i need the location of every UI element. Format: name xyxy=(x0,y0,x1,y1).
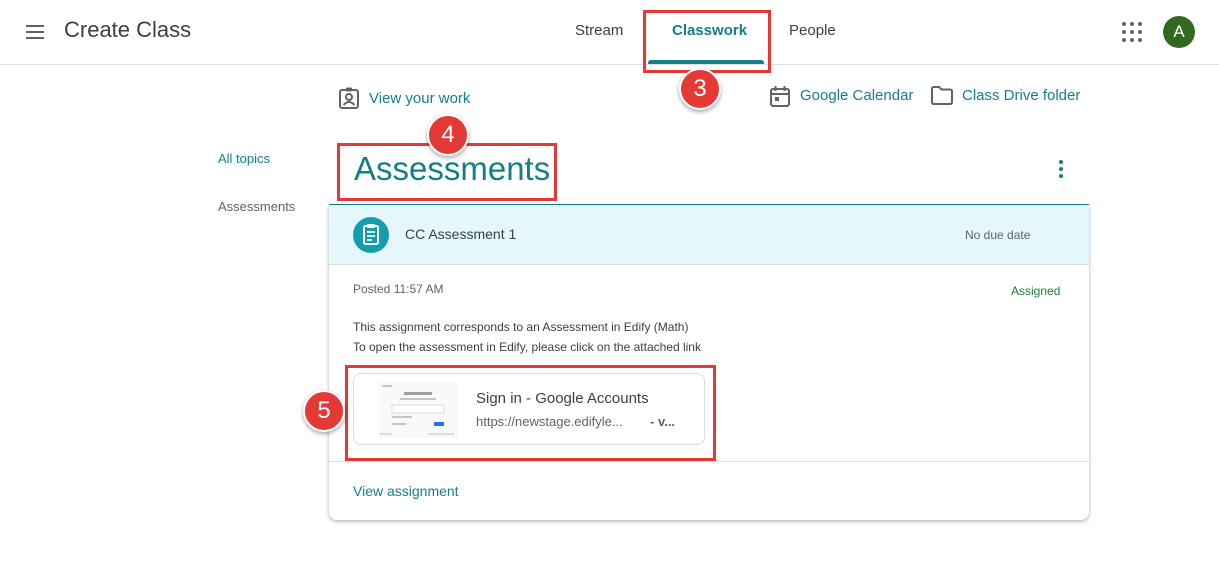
assignment-card: CC Assessment 1 No due date Posted 11:57… xyxy=(329,206,1089,520)
status-badge: Assigned xyxy=(1011,284,1061,298)
card-footer-divider xyxy=(329,461,1089,462)
assignment-ind-icon xyxy=(339,87,359,109)
main-menu-icon[interactable] xyxy=(18,16,50,48)
class-title[interactable]: Create Class xyxy=(64,17,191,43)
classwork-tab-highlight xyxy=(643,10,771,73)
view-your-work-link[interactable]: View your work xyxy=(369,90,470,107)
description-line-2: To open the assessment in Edify, please … xyxy=(353,340,701,354)
folder-icon xyxy=(931,86,953,105)
top-app-bar: Create Class Stream Classwork People A xyxy=(0,0,1219,65)
description-line-1: This assignment corresponds to an Assess… xyxy=(353,320,689,334)
assignment-icon xyxy=(353,217,389,253)
google-calendar-link[interactable]: Google Calendar xyxy=(800,87,913,104)
attachment-highlight xyxy=(345,365,716,461)
calendar-icon xyxy=(770,85,790,107)
assignment-title: CC Assessment 1 xyxy=(405,226,517,242)
posted-time: Posted 11:57 AM xyxy=(353,282,444,296)
topic-divider xyxy=(329,204,1089,205)
google-apps-icon[interactable] xyxy=(1121,21,1143,43)
view-assignment-link[interactable]: View assignment xyxy=(353,483,459,499)
avatar[interactable]: A xyxy=(1163,16,1195,48)
due-date: No due date xyxy=(965,228,1031,242)
topic-more-options-icon[interactable] xyxy=(1051,158,1071,180)
class-drive-folder-link[interactable]: Class Drive folder xyxy=(962,87,1080,104)
step-marker-4: 4 xyxy=(427,114,469,156)
tab-stream[interactable]: Stream xyxy=(575,22,623,39)
step-marker-5: 5 xyxy=(303,390,345,432)
sidebar-item-assessments[interactable]: Assessments xyxy=(218,199,295,214)
tab-people[interactable]: People xyxy=(789,22,836,39)
assignment-card-header[interactable]: CC Assessment 1 No due date xyxy=(329,206,1089,265)
sidebar-item-all-topics[interactable]: All topics xyxy=(218,151,270,166)
step-marker-3: 3 xyxy=(679,68,721,110)
